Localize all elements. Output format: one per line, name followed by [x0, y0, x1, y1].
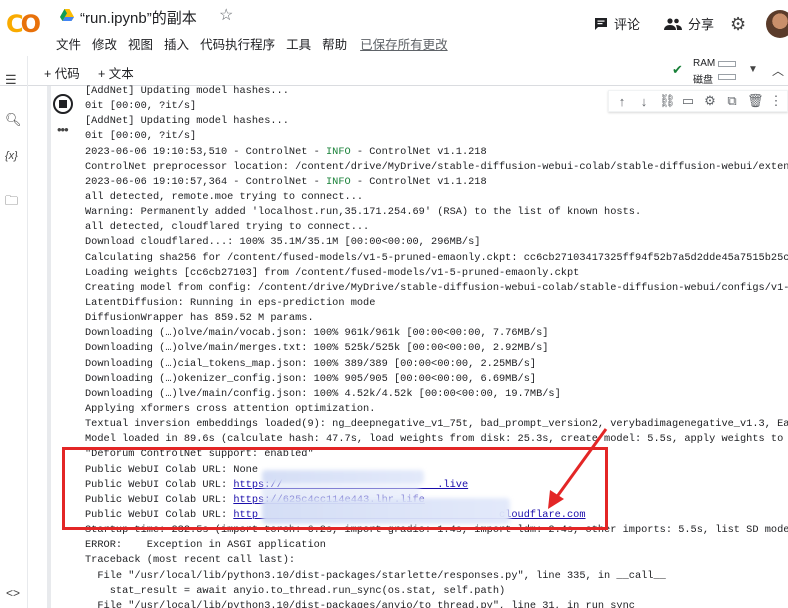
colab-logo[interactable]: CO: [6, 10, 44, 40]
output-line: Downloading (…)olve/main/merges.txt: 100…: [85, 342, 549, 355]
people-icon: [664, 17, 682, 30]
output-line: 0it [00:00, ?it/s]: [85, 130, 197, 143]
ram-bar: [718, 61, 736, 67]
output-line: Download cloudflared...: 100% 35.1M/35.1…: [85, 236, 481, 249]
output-line: ControlNet preprocessor location: /conte…: [85, 160, 788, 173]
comment-button[interactable]: 评论: [594, 14, 640, 33]
output-line: Textual inversion embeddings loaded(9): …: [85, 418, 788, 431]
settings-icon[interactable]: ⚙: [703, 93, 717, 109]
output-line: Downloading (…)olve/main/vocab.json: 100…: [85, 327, 549, 340]
output-line-prefix: 2023-06-06 19:10:57,364 - ControlNet -: [85, 175, 326, 188]
gear-icon[interactable]: ⚙: [730, 14, 746, 35]
menu-tools[interactable]: 工具: [286, 34, 311, 53]
highlight-box: [62, 447, 608, 530]
saved-status[interactable]: 已保存所有更改: [360, 34, 448, 53]
output-line: all detected, remote.moe trying to conne…: [85, 190, 364, 203]
output-line: File "/usr/local/lib/python3.10/dist-pac…: [85, 599, 635, 608]
star-icon[interactable]: ☆: [219, 5, 233, 25]
output-line: stat_result = await anyio.to_thread.run_…: [85, 584, 506, 597]
log-level-info: INFO: [326, 145, 351, 158]
stop-cell-button[interactable]: [53, 94, 73, 114]
menu-help[interactable]: 帮助: [322, 34, 347, 53]
menu-file[interactable]: 文件: [56, 34, 81, 53]
menu-runtime[interactable]: 代码执行程序: [200, 34, 275, 53]
chevron-down-icon[interactable]: ▼: [748, 64, 758, 75]
menu-view[interactable]: 视图: [128, 34, 153, 53]
add-text-button[interactable]: + 文本: [98, 63, 134, 82]
menu-edit[interactable]: 修改: [92, 34, 117, 53]
output-line-prefix: 2023-06-06 19:10:53,510 - ControlNet -: [85, 145, 326, 158]
output-line: Warning: Permanently added 'localhost.ru…: [85, 206, 642, 219]
cell-focus-bar: [47, 86, 51, 608]
menu-bar: 文件 修改 视图 插入 代码执行程序 工具 帮助 已保存所有更改: [56, 34, 459, 53]
header: CO “run.ipynb”的副本 ☆ 文件 修改 视图 插入 代码执行程序 工…: [0, 0, 788, 56]
toc-icon[interactable]: ☰: [5, 72, 17, 88]
log-level-info: INFO: [326, 175, 351, 188]
collapse-header-icon[interactable]: ︿: [772, 62, 784, 79]
output-line: Downloading (…)lve/main/config.json: 100…: [85, 387, 561, 400]
comment-icon: [595, 17, 607, 30]
output-line: [AddNet] Updating model hashes...: [85, 115, 289, 128]
output-line: File "/usr/local/lib/python3.10/dist-pac…: [85, 569, 666, 582]
more-vert-icon[interactable]: ⋮: [769, 93, 783, 109]
disk-bar: [718, 74, 736, 80]
avatar[interactable]: [766, 10, 788, 38]
output-line: ERROR: Exception in ASGI application: [85, 539, 326, 552]
add-code-button[interactable]: + 代码: [44, 63, 80, 82]
output-line: all detected, cloudflared trying to conn…: [85, 221, 370, 234]
code-snippets-icon[interactable]: <>: [6, 586, 20, 600]
search-icon[interactable]: 🔍︎: [5, 112, 22, 128]
cell-toolbar: ↑ ↓ ⛓ ▭ ⚙ ⧉ 🗑︎ ⋮: [608, 90, 788, 112]
ram-label: RAM: [693, 58, 716, 69]
connected-check-icon: ✔: [672, 62, 683, 77]
output-line: 2023-06-06 19:10:53,510 - ControlNet - I…: [85, 145, 788, 160]
output-line: Downloading (…)cial_tokens_map.json: 100…: [85, 357, 537, 370]
menu-insert[interactable]: 插入: [164, 34, 189, 53]
more-options-icon[interactable]: •••: [57, 122, 69, 137]
left-sidebar: ☰ 🔍︎ {x} 🗀: [0, 56, 28, 608]
link-icon[interactable]: ⛓: [659, 93, 676, 109]
output-line: DiffusionWrapper has 859.52 M params.: [85, 312, 314, 325]
delete-icon[interactable]: 🗑︎: [747, 93, 764, 109]
mirror-cell-icon[interactable]: ⧉: [725, 93, 739, 109]
move-up-icon[interactable]: ↑: [615, 94, 629, 109]
notebook-title[interactable]: “run.ipynb”的副本: [80, 7, 197, 28]
output-line: Downloading (…)okenizer_config.json: 100…: [85, 372, 537, 385]
output-line: Creating model from config: /content/dri…: [85, 281, 788, 294]
output-line: 2023-06-06 19:10:57,364 - ControlNet - I…: [85, 175, 788, 190]
comment-cell-icon[interactable]: ▭: [681, 93, 695, 109]
stop-icon: [59, 100, 67, 108]
share-label: 分享: [688, 17, 715, 32]
notebook-toolbar: + 代码 + 文本 ✔ RAM 磁盘 ▼ ︿: [0, 56, 788, 86]
output-line: Model loaded in 89.6s (calculate hash: 4…: [85, 433, 788, 446]
output-line: Calculating sha256 for /content/fused-mo…: [85, 251, 788, 264]
comment-label: 评论: [614, 17, 641, 32]
output-line-suffix: - ControlNet v1.1.218: [350, 145, 487, 158]
move-down-icon[interactable]: ↓: [637, 94, 651, 109]
output-line: Applying xformers cross attention optimi…: [85, 402, 376, 415]
output-line: Traceback (most recent call last):: [85, 554, 296, 567]
output-line: LatentDiffusion: Running in eps-predicti…: [85, 296, 376, 309]
output-line: Loading weights [cc6cb27103] from /conte…: [85, 266, 580, 279]
folder-icon[interactable]: 🗀: [5, 192, 18, 214]
output-line-suffix: - ControlNet v1.1.218: [350, 175, 487, 188]
share-button[interactable]: 分享: [664, 14, 714, 33]
variables-icon[interactable]: {x}: [5, 150, 18, 162]
drive-icon[interactable]: [60, 9, 74, 21]
